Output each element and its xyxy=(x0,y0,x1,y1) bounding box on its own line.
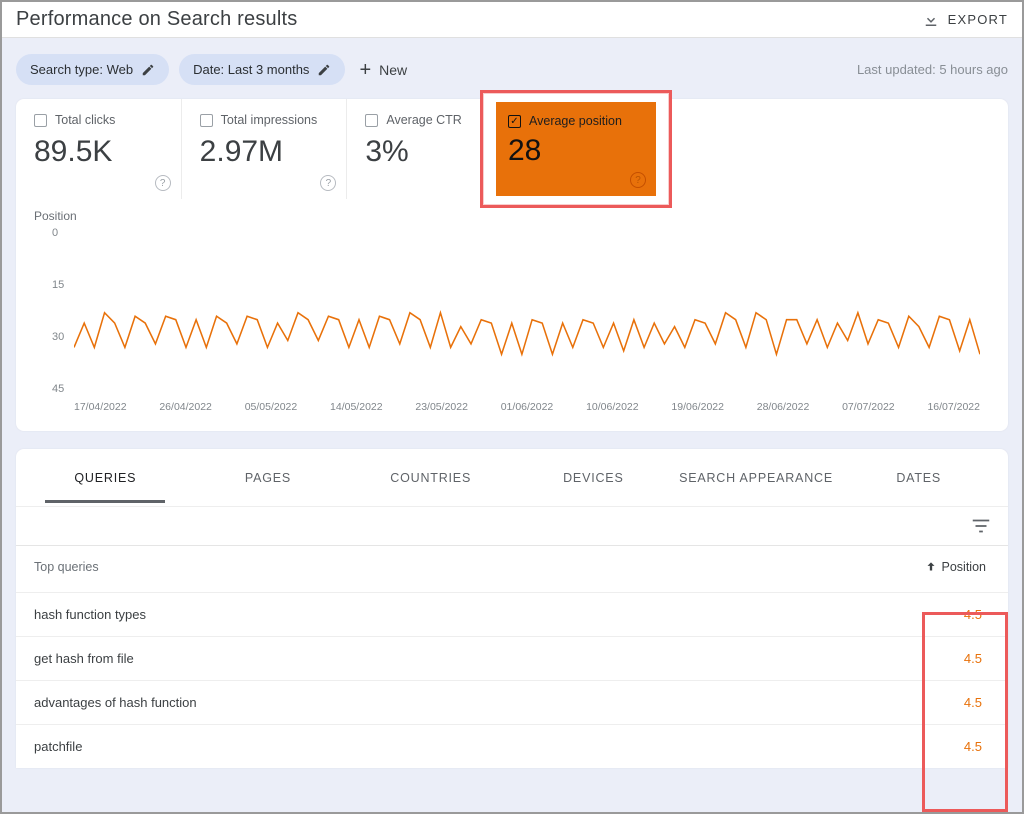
tabs: QUERIES PAGES COUNTRIES DEVICES SEARCH A… xyxy=(16,449,1008,507)
x-tick: 19/06/2022 xyxy=(671,401,724,413)
x-tick: 14/05/2022 xyxy=(330,401,383,413)
x-tick: 01/06/2022 xyxy=(501,401,554,413)
position-cell: 4.5 xyxy=(964,695,982,710)
y-tick: 45 xyxy=(52,383,64,395)
table-filter-row xyxy=(16,507,1008,546)
x-tick: 10/06/2022 xyxy=(586,401,639,413)
average-position-value: 28 xyxy=(508,134,646,168)
query-cell: patchfile xyxy=(34,739,82,754)
x-tick: 28/06/2022 xyxy=(757,401,810,413)
query-cell: get hash from file xyxy=(34,651,134,666)
table-row[interactable]: get hash from file 4.5 xyxy=(16,636,1008,680)
page-title: Performance on Search results xyxy=(16,8,297,31)
date-chip[interactable]: Date: Last 3 months xyxy=(179,54,345,85)
export-button[interactable]: EXPORT xyxy=(922,11,1008,29)
tab-devices[interactable]: DEVICES xyxy=(512,471,675,485)
x-ticks: 17/04/2022 26/04/2022 05/05/2022 14/05/2… xyxy=(74,401,980,413)
tab-pages[interactable]: PAGES xyxy=(187,471,350,485)
x-tick: 17/04/2022 xyxy=(74,401,127,413)
results-panel: QUERIES PAGES COUNTRIES DEVICES SEARCH A… xyxy=(16,449,1008,768)
checkbox-icon[interactable] xyxy=(34,114,47,127)
header-position[interactable]: Position xyxy=(924,560,986,574)
total-impressions-card[interactable]: Total impressions 2.97M ? xyxy=(182,99,348,199)
position-cell: 4.5 xyxy=(964,651,982,666)
x-tick: 05/05/2022 xyxy=(245,401,298,413)
checkbox-icon[interactable] xyxy=(200,114,213,127)
position-cell: 4.5 xyxy=(964,607,982,622)
filters: Search type: Web Date: Last 3 months + N… xyxy=(16,54,411,85)
query-cell: hash function types xyxy=(34,607,146,622)
average-ctr-label: Average CTR xyxy=(386,113,462,127)
spacer xyxy=(679,99,844,199)
y-tick: 15 xyxy=(52,279,64,291)
help-icon[interactable]: ? xyxy=(320,175,336,191)
position-cell: 4.5 xyxy=(964,739,982,754)
x-tick: 16/07/2022 xyxy=(927,401,980,413)
checkbox-checked-icon[interactable] xyxy=(508,115,521,128)
arrow-up-icon xyxy=(924,560,938,574)
tab-dates[interactable]: DATES xyxy=(837,471,1000,485)
new-label: New xyxy=(379,62,407,78)
tab-countries[interactable]: COUNTRIES xyxy=(349,471,512,485)
table-row[interactable]: hash function types 4.5 xyxy=(16,592,1008,636)
y-tick: 30 xyxy=(52,331,64,343)
x-tick: 07/07/2022 xyxy=(842,401,895,413)
total-clicks-label: Total clicks xyxy=(55,113,115,127)
plus-icon: + xyxy=(359,63,371,77)
filter-bar: Search type: Web Date: Last 3 months + N… xyxy=(2,38,1022,99)
y-tick: 0 xyxy=(52,227,58,239)
checkbox-icon[interactable] xyxy=(365,114,378,127)
download-icon xyxy=(922,11,940,29)
average-ctr-value: 3% xyxy=(365,135,498,169)
new-filter-button[interactable]: + New xyxy=(355,56,411,84)
total-impressions-label: Total impressions xyxy=(221,113,318,127)
total-clicks-card[interactable]: Total clicks 89.5K ? xyxy=(16,99,182,199)
total-clicks-value: 89.5K xyxy=(34,135,167,169)
query-cell: advantages of hash function xyxy=(34,695,197,710)
spacer xyxy=(843,99,1008,199)
filter-icon[interactable] xyxy=(970,515,992,537)
x-tick: 26/04/2022 xyxy=(159,401,212,413)
date-label: Date: Last 3 months xyxy=(193,62,309,77)
line-chart-svg xyxy=(74,233,980,389)
y-axis-label: Position xyxy=(34,209,990,223)
x-tick: 23/05/2022 xyxy=(415,401,468,413)
help-icon[interactable]: ? xyxy=(630,172,646,188)
search-type-chip[interactable]: Search type: Web xyxy=(16,54,169,85)
search-type-label: Search type: Web xyxy=(30,62,133,77)
average-position-label: Average position xyxy=(529,114,622,128)
table-header: Top queries Position xyxy=(16,546,1008,592)
pencil-icon xyxy=(141,63,155,77)
help-icon[interactable]: ? xyxy=(155,175,171,191)
total-impressions-value: 2.97M xyxy=(200,135,333,169)
average-position-card[interactable]: Average position 28 ? xyxy=(496,102,656,196)
tab-search-appearance[interactable]: SEARCH APPEARANCE xyxy=(675,471,838,485)
average-ctr-card[interactable]: Average CTR 3% ? xyxy=(347,99,513,199)
tab-queries[interactable]: QUERIES xyxy=(24,471,187,485)
header-top-queries: Top queries xyxy=(34,560,99,574)
title-bar: Performance on Search results EXPORT xyxy=(2,2,1022,38)
table-row[interactable]: patchfile 4.5 xyxy=(16,724,1008,768)
chart: Position 0 15 30 45 17/04/2022 26/04/202… xyxy=(16,199,1008,413)
pencil-icon xyxy=(317,63,331,77)
last-updated[interactable]: Last updated: 5 hours ago xyxy=(857,62,1008,77)
export-label: EXPORT xyxy=(948,12,1008,27)
table-row[interactable]: advantages of hash function 4.5 xyxy=(16,680,1008,724)
